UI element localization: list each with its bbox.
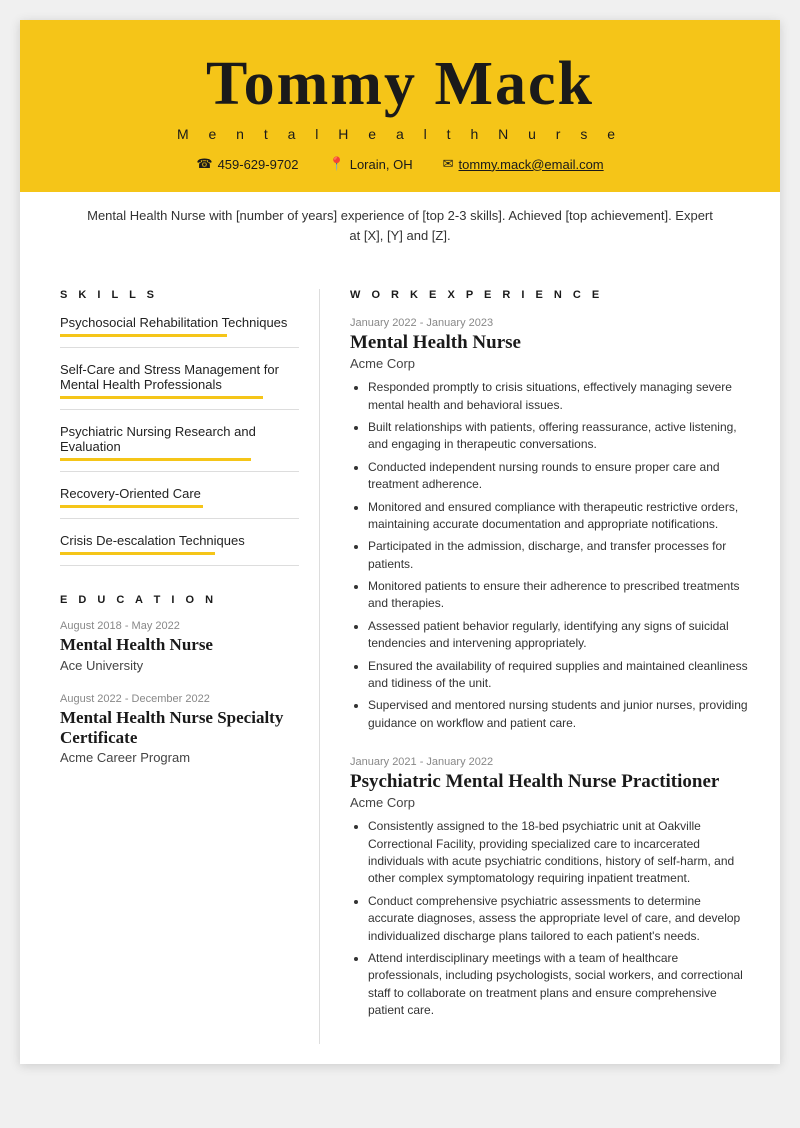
work-bullets-2: Consistently assigned to the 18-bed psyc… bbox=[350, 818, 750, 1019]
bullet-1-4: Monitored and ensured compliance with th… bbox=[368, 499, 750, 534]
work-title-2: Psychiatric Mental Health Nurse Practiti… bbox=[350, 771, 750, 793]
resume-container: Tommy Mack M e n t a l H e a l t h N u r… bbox=[20, 20, 780, 1064]
bullet-2-3: Attend interdisciplinary meetings with a… bbox=[368, 950, 750, 1020]
summary-text: Mental Health Nurse with [number of year… bbox=[87, 208, 713, 243]
bullet-1-5: Participated in the admission, discharge… bbox=[368, 538, 750, 573]
bullet-2-2: Conduct comprehensive psychiatric assess… bbox=[368, 893, 750, 945]
body-section: S K I L L S Psychosocial Rehabilitation … bbox=[20, 259, 780, 1063]
skill-divider-3 bbox=[60, 471, 299, 472]
phone-number: 459-629-9702 bbox=[218, 157, 299, 172]
work-bullets-1: Responded promptly to crisis situations,… bbox=[350, 379, 750, 732]
bullet-1-9: Supervised and mentored nursing students… bbox=[368, 697, 750, 732]
skill-2: Self-Care and Stress Management for Ment… bbox=[60, 362, 299, 410]
skill-1: Psychosocial Rehabilitation Techniques bbox=[60, 315, 299, 348]
work-section-title: W O R K E X P E R I E N C E bbox=[350, 289, 750, 301]
skill-3: Psychiatric Nursing Research and Evaluat… bbox=[60, 424, 299, 472]
skills-section-title: S K I L L S bbox=[60, 289, 299, 301]
skill-divider-2 bbox=[60, 409, 299, 410]
education-section: E D U C A T I O N August 2018 - May 2022… bbox=[60, 594, 299, 765]
work-entry-2: January 2021 - January 2022 Psychiatric … bbox=[350, 756, 750, 1019]
work-company-2: Acme Corp bbox=[350, 795, 750, 810]
bullet-1-7: Assessed patient behavior regularly, ide… bbox=[368, 618, 750, 653]
edu-entry-2: August 2022 - December 2022 Mental Healt… bbox=[60, 693, 299, 766]
location-contact: 📍 Lorain, OH bbox=[329, 156, 413, 172]
skill-4: Recovery-Oriented Care bbox=[60, 486, 299, 519]
right-column: W O R K E X P E R I E N C E January 2022… bbox=[320, 289, 780, 1043]
skill-divider-5 bbox=[60, 565, 299, 566]
location-icon: 📍 bbox=[329, 156, 345, 172]
skill-5: Crisis De-escalation Techniques bbox=[60, 533, 299, 566]
work-company-1: Acme Corp bbox=[350, 356, 750, 371]
bullet-1-2: Built relationships with patients, offer… bbox=[368, 419, 750, 454]
summary-section: Mental Health Nurse with [number of year… bbox=[20, 192, 780, 259]
edu-school-2: Acme Career Program bbox=[60, 750, 299, 765]
candidate-name: Tommy Mack bbox=[60, 50, 740, 118]
edu-degree-1: Mental Health Nurse bbox=[60, 635, 299, 655]
bullet-1-6: Monitored patients to ensure their adher… bbox=[368, 578, 750, 613]
phone-contact: ☎ 459-629-9702 bbox=[196, 156, 298, 172]
skill-bar-1 bbox=[60, 334, 227, 337]
candidate-title: M e n t a l H e a l t h N u r s e bbox=[60, 126, 740, 142]
skill-bar-4 bbox=[60, 505, 203, 508]
edu-date-2: August 2022 - December 2022 bbox=[60, 693, 299, 705]
work-entry-1: January 2022 - January 2023 Mental Healt… bbox=[350, 317, 750, 732]
work-date-2: January 2021 - January 2022 bbox=[350, 756, 750, 768]
skill-bar-5 bbox=[60, 552, 215, 555]
skills-section: S K I L L S Psychosocial Rehabilitation … bbox=[60, 289, 299, 566]
bullet-1-8: Ensured the availability of required sup… bbox=[368, 658, 750, 693]
email-address: tommy.mack@email.com bbox=[459, 157, 604, 172]
skill-divider-4 bbox=[60, 518, 299, 519]
edu-date-1: August 2018 - May 2022 bbox=[60, 620, 299, 632]
skill-bar-3 bbox=[60, 458, 251, 461]
work-date-1: January 2022 - January 2023 bbox=[350, 317, 750, 329]
skill-divider-1 bbox=[60, 347, 299, 348]
email-icon: ✉ bbox=[443, 156, 454, 172]
email-contact: ✉ tommy.mack@email.com bbox=[443, 156, 604, 172]
edu-degree-2: Mental Health Nurse Specialty Certificat… bbox=[60, 708, 299, 749]
bullet-2-1: Consistently assigned to the 18-bed psyc… bbox=[368, 818, 750, 888]
contact-bar: ☎ 459-629-9702 📍 Lorain, OH ✉ tommy.mack… bbox=[60, 156, 740, 172]
left-column: S K I L L S Psychosocial Rehabilitation … bbox=[20, 289, 320, 1043]
edu-entry-1: August 2018 - May 2022 Mental Health Nur… bbox=[60, 620, 299, 672]
skill-bar-2 bbox=[60, 396, 263, 399]
header-section: Tommy Mack M e n t a l H e a l t h N u r… bbox=[20, 20, 780, 192]
phone-icon: ☎ bbox=[196, 156, 212, 172]
bullet-1-1: Responded promptly to crisis situations,… bbox=[368, 379, 750, 414]
edu-school-1: Ace University bbox=[60, 658, 299, 673]
education-section-title: E D U C A T I O N bbox=[60, 594, 299, 606]
work-title-1: Mental Health Nurse bbox=[350, 332, 750, 354]
bullet-1-3: Conducted independent nursing rounds to … bbox=[368, 459, 750, 494]
location-text: Lorain, OH bbox=[350, 157, 413, 172]
